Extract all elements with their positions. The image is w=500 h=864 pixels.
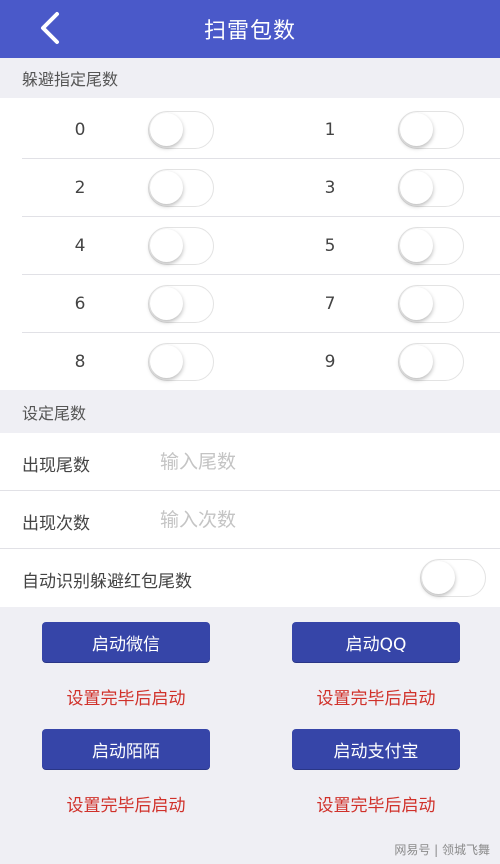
digit-6-toggle[interactable] <box>148 285 214 323</box>
digit-9-toggle[interactable] <box>398 343 464 381</box>
toggle-knob <box>400 171 433 204</box>
momo-hint-text: 设置完毕后启动 <box>66 796 186 816</box>
digit-3-toggle[interactable] <box>398 169 464 207</box>
auto-detect-row: 自动识别躲避红包尾数 <box>0 549 500 607</box>
digit-row: 4 5 <box>0 217 500 275</box>
appear-count-row: 出现次数 <box>0 491 500 549</box>
digit-row: 0 1 <box>0 101 500 159</box>
digit-5-toggle[interactable] <box>398 227 464 265</box>
digit-row: 2 3 <box>0 159 500 217</box>
page-title: 扫雷包数 <box>203 19 296 44</box>
nav-bar: 扫雷包数 <box>0 0 500 58</box>
toggle-knob <box>400 229 433 262</box>
toggle-knob <box>422 561 455 594</box>
digit-label: 2 <box>74 178 86 198</box>
digit-7-toggle[interactable] <box>398 285 464 323</box>
appear-tail-label: 出现尾数 <box>22 456 90 476</box>
settings-form: 出现尾数 出现次数 自动识别躲避红包尾数 <box>0 433 500 607</box>
digit-8-toggle[interactable] <box>148 343 214 381</box>
digit-toggle-grid: 0 1 2 3 4 5 6 7 8 9 <box>0 98 500 390</box>
launch-qq-button[interactable]: 启动QQ <box>292 622 460 662</box>
digit-label: 4 <box>74 236 86 256</box>
digit-label: 1 <box>324 120 336 140</box>
toggle-knob <box>150 113 183 146</box>
appear-tail-input[interactable] <box>160 445 460 479</box>
digit-label: 0 <box>74 120 86 140</box>
launch-momo-button[interactable]: 启动陌陌 <box>42 729 210 769</box>
watermark: 网易号 | 领城飞舞 <box>394 843 490 857</box>
section-header-settings: 设定尾数 <box>0 392 500 432</box>
digit-label: 3 <box>324 178 336 198</box>
toggle-knob <box>400 113 433 146</box>
digit-1-toggle[interactable] <box>398 111 464 149</box>
digit-row: 8 9 <box>0 333 500 391</box>
section-header-avoid: 躲避指定尾数 <box>0 58 500 98</box>
back-button[interactable] <box>30 8 70 48</box>
toggle-knob <box>150 345 183 378</box>
alipay-hint-text: 设置完毕后启动 <box>316 796 436 816</box>
digit-0-toggle[interactable] <box>148 111 214 149</box>
toggle-knob <box>400 287 433 320</box>
toggle-knob <box>150 287 183 320</box>
qq-hint-text: 设置完毕后启动 <box>316 689 436 709</box>
wechat-hint-text: 设置完毕后启动 <box>66 689 186 709</box>
digit-row: 6 7 <box>0 275 500 333</box>
digit-label: 7 <box>324 294 336 314</box>
appear-count-input[interactable] <box>160 503 460 537</box>
toggle-knob <box>400 345 433 378</box>
digit-label: 9 <box>324 352 336 372</box>
appear-tail-row: 出现尾数 <box>0 433 500 491</box>
toggle-knob <box>150 171 183 204</box>
launch-wechat-button[interactable]: 启动微信 <box>42 622 210 662</box>
auto-detect-label: 自动识别躲避红包尾数 <box>22 572 192 592</box>
launch-alipay-button[interactable]: 启动支付宝 <box>292 729 460 769</box>
digit-label: 6 <box>74 294 86 314</box>
toggle-knob <box>150 229 183 262</box>
digit-label: 5 <box>324 236 336 256</box>
chevron-left-icon <box>41 12 59 44</box>
digit-4-toggle[interactable] <box>148 227 214 265</box>
digit-2-toggle[interactable] <box>148 169 214 207</box>
digit-label: 8 <box>74 352 86 372</box>
appear-count-label: 出现次数 <box>22 514 90 534</box>
auto-detect-toggle[interactable] <box>420 559 486 597</box>
